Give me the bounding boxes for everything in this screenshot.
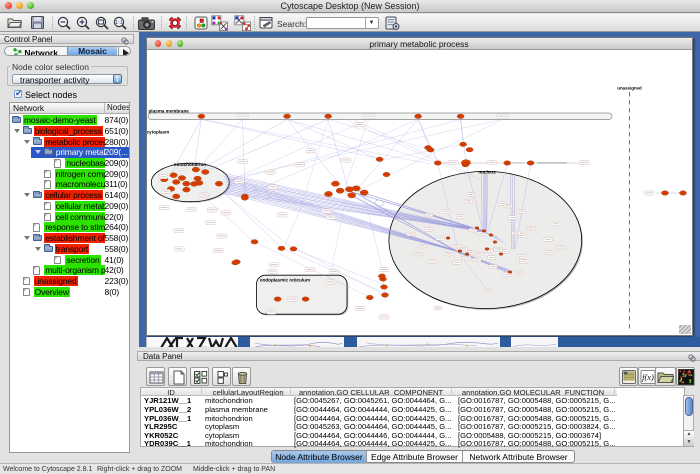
svg-text:endoplasmic reticulum: endoplasmic reticulum: [260, 277, 310, 282]
svg-text:f(x): f(x): [642, 372, 654, 382]
svg-text:1:1: 1:1: [115, 20, 123, 26]
svg-text:mitochondrion: mitochondrion: [173, 161, 205, 166]
svg-text:unassigned: unassigned: [617, 85, 642, 90]
svg-text:nucleus: nucleus: [478, 169, 496, 174]
svg-text:plasma membrane: plasma membrane: [148, 108, 189, 113]
svg-text:cytoplasm: cytoplasm: [147, 129, 169, 134]
